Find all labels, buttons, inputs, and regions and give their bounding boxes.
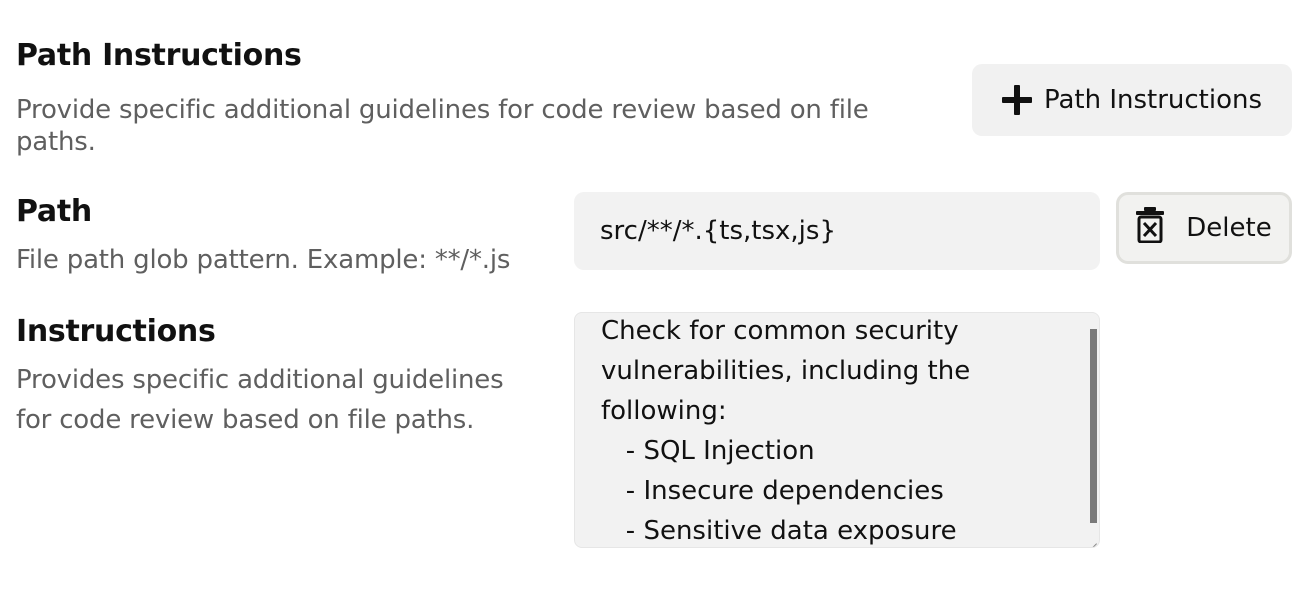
plus-icon xyxy=(1001,85,1032,115)
scrollbar-thumb[interactable] xyxy=(1090,329,1097,523)
path-input[interactable] xyxy=(574,192,1100,270)
section-title: Path Instructions xyxy=(16,38,302,73)
section-description: Provide specific additional guidelines f… xyxy=(16,95,869,157)
path-label: Path xyxy=(16,194,92,229)
delete-label: Delete xyxy=(1186,213,1272,243)
path-instructions-panel: Path Instructions Provide specific addit… xyxy=(0,0,1316,606)
add-path-instructions-button[interactable]: Path Instructions xyxy=(972,64,1292,136)
instructions-text[interactable]: Check for common security vulnerabilitie… xyxy=(601,313,1085,547)
instructions-label: Instructions xyxy=(16,314,216,349)
instructions-help-text: Provides specific additional guidelines … xyxy=(16,365,504,435)
path-help-text: File path glob pattern. Example: **/*.js xyxy=(16,245,511,275)
add-path-instructions-label: Path Instructions xyxy=(1043,85,1263,115)
trash-icon xyxy=(1136,206,1165,250)
delete-button[interactable]: Delete xyxy=(1116,192,1292,264)
resize-handle[interactable] xyxy=(1089,537,1097,545)
instructions-textarea[interactable]: Check for common security vulnerabilitie… xyxy=(574,312,1100,548)
